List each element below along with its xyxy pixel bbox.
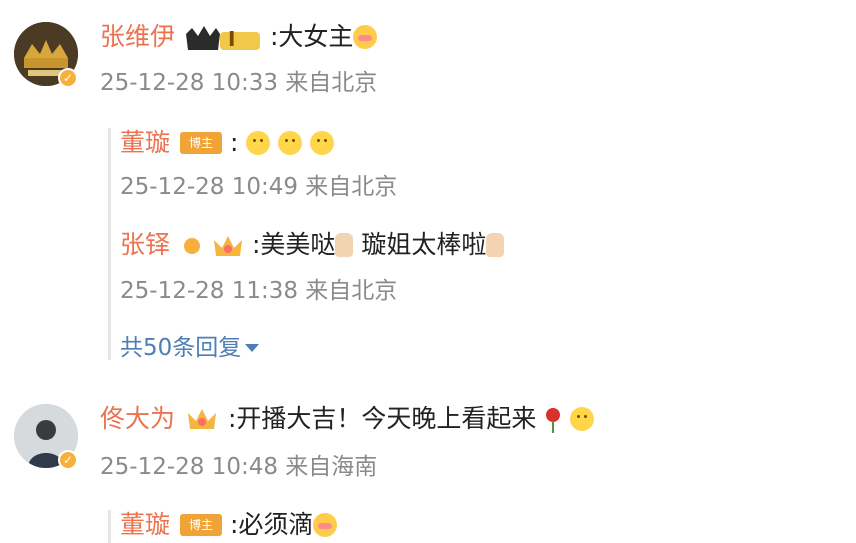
reply-username[interactable]: 董璇 [120,128,170,158]
comment-username[interactable]: 佟大为 [100,404,175,434]
crown-icon [212,232,244,264]
host-badge: 博主 [180,132,222,154]
reply-thread-bar [108,128,111,360]
comment-meta: 25-12-28 10:33 来自北京 [100,70,378,96]
rose-icon [544,407,562,433]
level-badge-label: I [228,27,236,51]
thinking-emoji-icon [246,131,271,155]
verified-badge-icon: ✓ [58,450,78,470]
reply-username[interactable]: 张铎 [120,230,170,260]
crying-emoji-icon [313,513,338,537]
reply-username[interactable]: 董璇 [120,510,170,540]
comment-meta: 25-12-28 10:48 来自海南 [100,454,378,480]
thumbs-up-icon [335,233,354,257]
reply-text: :美美哒 璇姐太棒啦 [252,230,505,260]
comment-text: :大女主 [270,22,378,52]
reply-text: : [230,128,335,158]
reply-text: :必须滴 [230,510,338,540]
verified-badge-icon [182,236,202,256]
comment-username[interactable]: 张维伊 [100,22,175,52]
reply-thread-bar [108,510,111,543]
thinking-emoji-icon [310,131,335,155]
more-replies-link[interactable]: 共50条回复 [120,333,260,363]
comment-text: :开播大吉！今天晚上看起来 [228,404,595,434]
crown-level-icon [184,24,264,60]
reply-meta: 25-12-28 11:38 来自北京 [120,278,398,304]
thumbs-up-icon [486,233,505,257]
crying-emoji-icon [353,25,378,49]
host-badge: 博主 [180,514,222,536]
reply-meta: 25-12-28 10:49 来自北京 [120,174,398,200]
chevron-down-icon [245,344,260,352]
verified-badge-icon: ✓ [58,68,78,88]
crown-icon [186,405,218,437]
thinking-emoji-icon [278,131,303,155]
smile-emoji-icon [570,407,595,431]
